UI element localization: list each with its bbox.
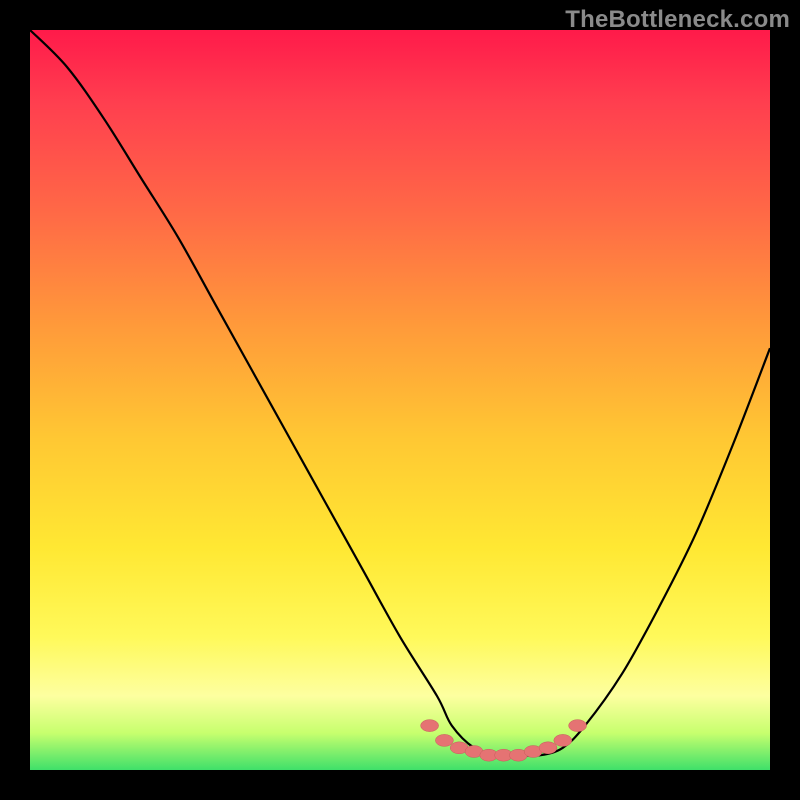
highlight-dot: [569, 720, 587, 732]
attribution-label: TheBottleneck.com: [565, 6, 790, 34]
highlight-dot: [421, 720, 439, 732]
highlight-dot: [435, 734, 453, 746]
bottleneck-curve: [30, 30, 770, 756]
curve-layer: [30, 30, 770, 770]
plot-area: [30, 30, 770, 770]
marker-group: [421, 720, 587, 762]
chart-container: TheBottleneck.com: [0, 0, 800, 800]
highlight-dot: [554, 734, 572, 746]
highlight-dot: [539, 742, 557, 754]
